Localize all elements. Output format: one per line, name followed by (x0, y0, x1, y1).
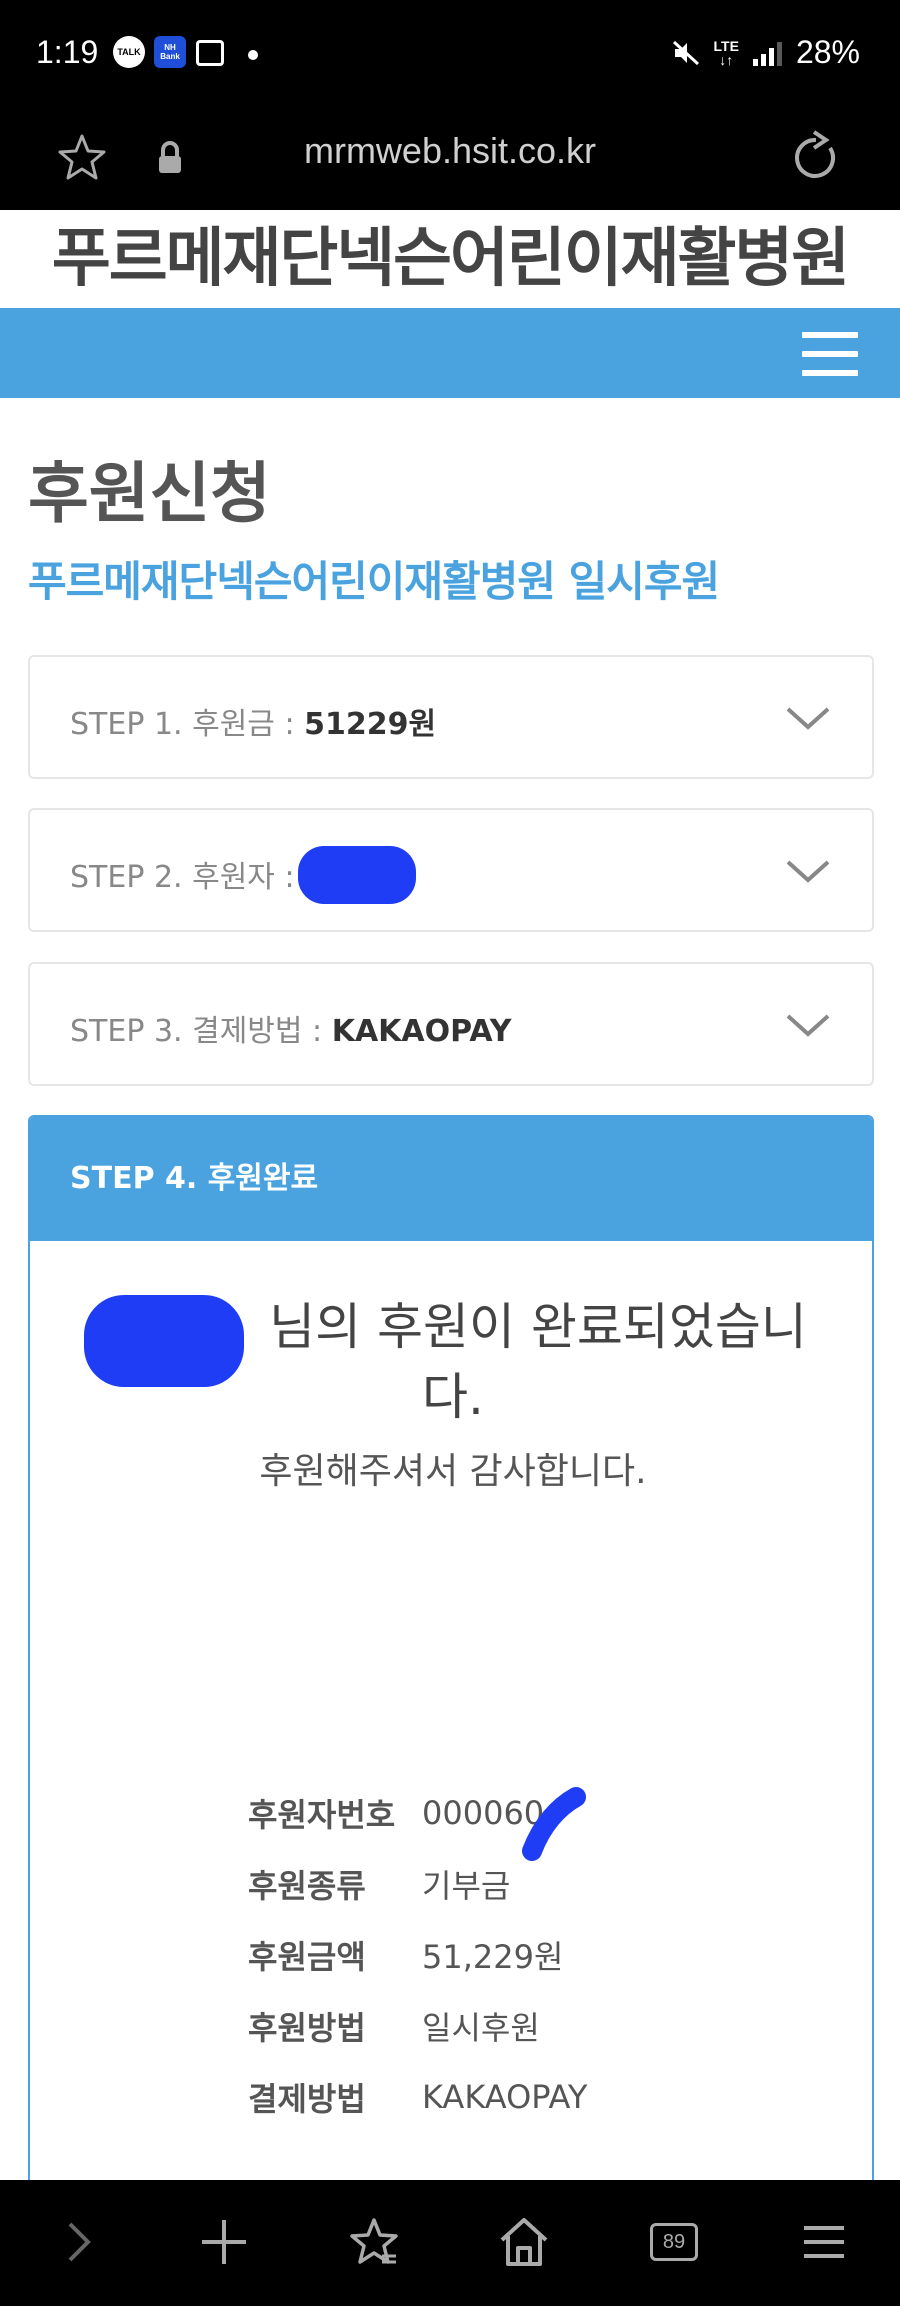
detail-label: 결제방법 (248, 2079, 366, 2118)
detail-label: 후원방법 (248, 2008, 366, 2047)
chevron-down-icon (786, 707, 830, 730)
nh-bank-notification-icon: NH Bank (154, 36, 186, 68)
status-bar: 1:19 TALK NH Bank LTE ↓↑ 28% (0, 0, 900, 108)
detail-row: 후원방법 일시후원 (248, 1990, 587, 2061)
step-4-panel: STEP 4. 후원완료 님의 후원이 완료되었습니다. 후원해주셔서 감사합니… (28, 1115, 874, 2306)
home-icon[interactable] (494, 2212, 554, 2272)
step-2-accordion[interactable]: STEP 2. 후원자 : (28, 808, 874, 932)
detail-value: 기부금 (422, 1866, 511, 1905)
status-indicators: LTE ↓↑ 28% (672, 34, 860, 71)
signal-icon (752, 40, 782, 66)
site-title[interactable]: 푸르메재단넥슨어린이재활병원 (0, 210, 900, 308)
step-1-label: STEP 1. 후원금 : 51229원 (70, 707, 437, 742)
reload-icon[interactable] (786, 128, 846, 188)
forward-icon[interactable] (48, 2212, 108, 2272)
menu-icon[interactable] (794, 2212, 854, 2272)
step-3-label: STEP 3. 결제방법 : KAKAOPAY (70, 1014, 512, 1049)
menu-icon[interactable] (802, 332, 858, 376)
page-subtitle: 푸르메재단넥슨어린이재활병원 일시후원 (28, 557, 720, 606)
detail-label: 후원자번호 (248, 1795, 396, 1834)
detail-row: 결제방법 KAKAOPAY (248, 2061, 587, 2132)
step-3-value: KAKAOPAY (331, 1014, 512, 1049)
detail-value: KAKAOPAY (422, 2077, 588, 2116)
detail-label: 후원금액 (248, 1937, 366, 1976)
mute-icon (672, 40, 699, 65)
step-1-accordion[interactable]: STEP 1. 후원금 : 51229원 (28, 655, 874, 779)
browser-bottom-nav: 89 (0, 2180, 900, 2306)
redacted-donor-number (522, 1787, 586, 1861)
step-4-header[interactable]: STEP 4. 후원완료 (30, 1117, 872, 1241)
tabs-button[interactable]: 89 (644, 2212, 704, 2272)
step-2-label: STEP 2. 후원자 : (70, 860, 295, 895)
detail-row: 후원금액 51,229원 (248, 1919, 587, 1990)
browser-toolbar: mrmweb.hsit.co.kr (0, 108, 900, 210)
new-tab-icon[interactable] (194, 2212, 254, 2272)
completion-message: 님의 후원이 완료되었습니다. (269, 1298, 807, 1426)
page-title: 후원신청 (28, 455, 271, 532)
detail-label: 후원종류 (248, 1866, 366, 1905)
detail-value: 51,229원 (422, 1937, 564, 1976)
bookmarks-icon[interactable] (344, 2212, 404, 2272)
gallery-notification-icon (196, 40, 224, 66)
url-bar[interactable]: mrmweb.hsit.co.kr (0, 130, 900, 172)
lte-indicator: LTE ↓↑ (713, 37, 739, 68)
nav-bar (0, 308, 900, 398)
chevron-down-icon (786, 860, 830, 883)
tab-count: 89 (650, 2223, 698, 2261)
step-1-value: 51229원 (304, 707, 437, 742)
detail-value: 일시후원 (422, 2008, 540, 2047)
chevron-down-icon (786, 1014, 830, 1037)
more-notifications-dot-icon (248, 50, 258, 60)
thanks-message: 후원해주셔서 감사합니다. (259, 1451, 647, 1492)
status-time: 1:19 (36, 34, 99, 70)
battery-level: 28% (795, 34, 860, 70)
redacted-donor-name (298, 846, 416, 904)
kakaotalk-notification-icon: TALK (113, 36, 145, 68)
step-3-accordion[interactable]: STEP 3. 결제방법 : KAKAOPAY (28, 962, 874, 1086)
